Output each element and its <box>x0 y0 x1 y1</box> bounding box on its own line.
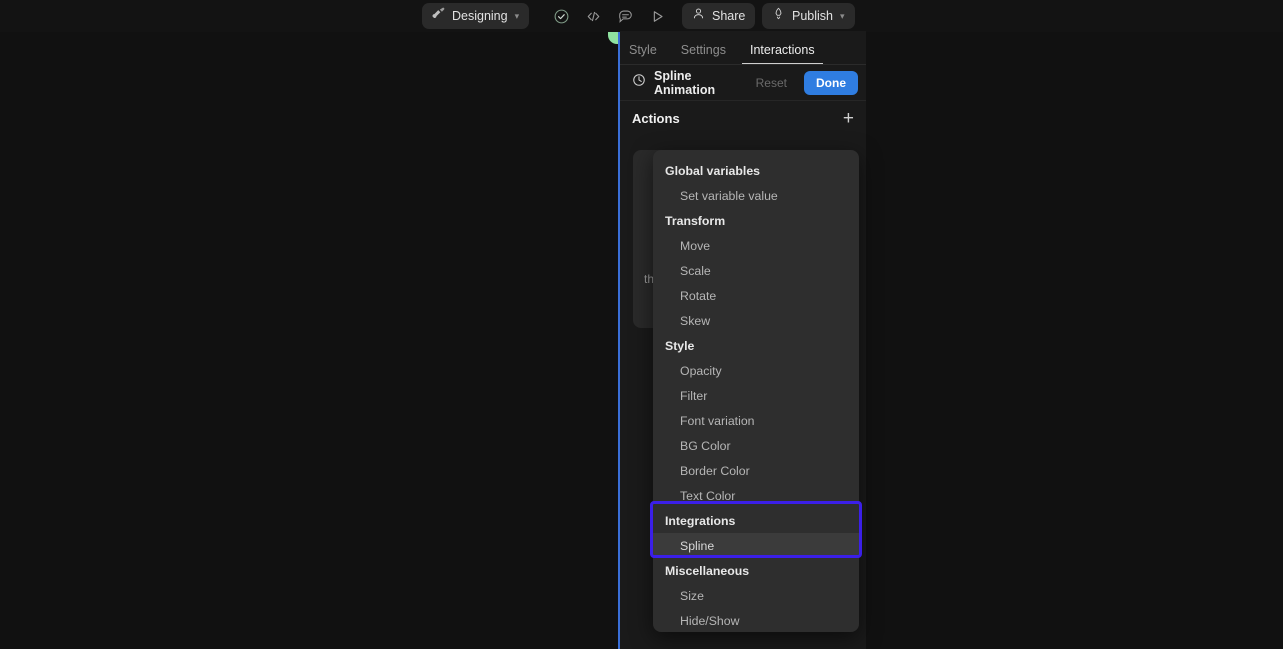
animation-subheader: Spline Animation Reset Done <box>620 65 866 101</box>
done-button[interactable]: Done <box>804 71 858 95</box>
menu-group-integrations: Integrations <box>653 508 859 533</box>
publish-button[interactable]: Publish ▾ <box>762 3 855 29</box>
app-root: Designing ▾ <box>0 0 1283 649</box>
menu-group-global-variables: Global variables <box>653 158 859 183</box>
menu-item-size[interactable]: Size <box>653 583 859 608</box>
menu-item-border-color[interactable]: Border Color <box>653 458 859 483</box>
actions-header: Actions + <box>620 101 866 135</box>
menu-item-spline[interactable]: Spline <box>653 533 859 558</box>
publish-button-pill[interactable]: Publish ▾ <box>762 3 855 29</box>
tab-interactions[interactable]: Interactions <box>749 43 816 64</box>
actions-title: Actions <box>632 111 843 126</box>
comment-icon[interactable] <box>612 3 638 29</box>
rocket-icon <box>772 7 785 25</box>
clock-icon <box>632 73 646 92</box>
action-type-menu[interactable]: Global variablesSet variable valueTransf… <box>653 150 859 632</box>
check-circle-icon[interactable] <box>548 3 574 29</box>
menu-item-text-color[interactable]: Text Color <box>653 483 859 508</box>
mode-button-pill[interactable]: Designing ▾ <box>422 3 529 29</box>
play-icon[interactable] <box>644 3 670 29</box>
mode-button[interactable]: Designing ▾ <box>422 3 529 29</box>
menu-group-miscellaneous: Miscellaneous <box>653 558 859 583</box>
tab-settings[interactable]: Settings <box>680 43 727 64</box>
menu-group-style: Style <box>653 333 859 358</box>
tab-style[interactable]: Style <box>628 43 658 64</box>
share-button-label: Share <box>712 9 745 23</box>
menu-item-font-variation[interactable]: Font variation <box>653 408 859 433</box>
menu-item-rotate[interactable]: Rotate <box>653 283 859 308</box>
menu-group-transform: Transform <box>653 208 859 233</box>
person-icon <box>692 7 705 25</box>
canvas-selection-frame <box>415 31 620 649</box>
menu-item-filter[interactable]: Filter <box>653 383 859 408</box>
menu-item-scale[interactable]: Scale <box>653 258 859 283</box>
menu-item-bg-color[interactable]: BG Color <box>653 433 859 458</box>
plus-icon[interactable]: + <box>843 109 854 128</box>
menu-item-skew[interactable]: Skew <box>653 308 859 333</box>
animation-title: Spline Animation <box>654 69 739 97</box>
publish-button-label: Publish <box>792 9 833 23</box>
toolbar-icon-group <box>548 3 670 29</box>
chevron-down-icon: ▾ <box>515 12 520 21</box>
mode-button-label: Designing <box>452 9 508 23</box>
menu-item-move[interactable]: Move <box>653 233 859 258</box>
panel-tab-bar: Style Settings Interactions <box>620 31 866 65</box>
reset-button[interactable]: Reset <box>747 72 796 94</box>
menu-item-hide-show[interactable]: Hide/Show <box>653 608 859 632</box>
menu-item-set-variable-value[interactable]: Set variable value <box>653 183 859 208</box>
code-icon[interactable] <box>580 3 606 29</box>
share-button-pill[interactable]: Share <box>682 3 755 29</box>
paintbrush-icon <box>432 7 445 25</box>
share-button[interactable]: Share <box>682 3 755 29</box>
top-toolbar: Designing ▾ <box>0 0 1283 32</box>
chevron-down-icon: ▾ <box>840 12 845 21</box>
menu-item-opacity[interactable]: Opacity <box>653 358 859 383</box>
